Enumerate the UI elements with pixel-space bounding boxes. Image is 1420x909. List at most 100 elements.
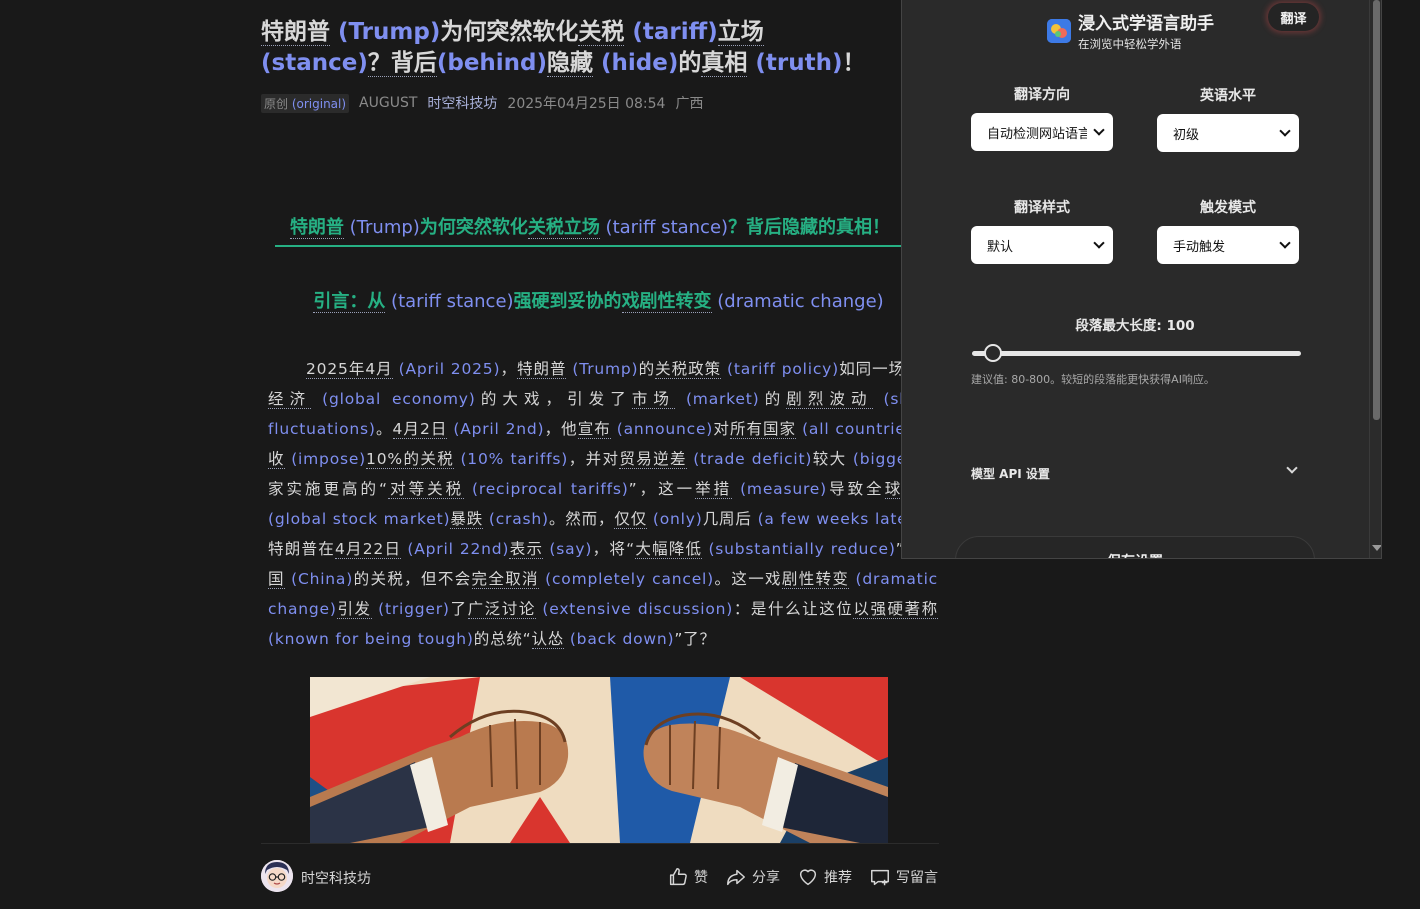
scroll-down-arrow-icon[interactable] bbox=[1372, 545, 1381, 551]
vocab-term[interactable]: 10%的关税 bbox=[366, 450, 455, 469]
extension-title: 浸入式学语言助手 bbox=[1078, 14, 1214, 34]
vocab-term[interactable]: 立场 bbox=[717, 19, 764, 46]
translation-gloss: (completely cancel) bbox=[538, 570, 714, 588]
chevron-down-icon bbox=[1279, 237, 1291, 249]
vocab-term[interactable]: 剧烈波动 bbox=[786, 390, 873, 409]
extension-logo-icon bbox=[1047, 19, 1071, 43]
text-segment: 。 bbox=[375, 420, 393, 438]
vocab-term[interactable]: ？背后 bbox=[367, 50, 437, 77]
vocab-term[interactable]: 真相 bbox=[701, 50, 748, 77]
thumbs-up-icon bbox=[669, 868, 687, 886]
original-tag: 原创 (original) bbox=[261, 93, 350, 113]
vocab-term[interactable]: 对等关税 bbox=[387, 480, 465, 499]
chevron-down-icon bbox=[1093, 124, 1105, 136]
trigger-select[interactable]: 手动触发 bbox=[1157, 226, 1299, 264]
direction-select[interactable]: 自动检测网站语言 bbox=[971, 113, 1113, 151]
vocab-term[interactable]: 关税 bbox=[578, 19, 625, 46]
extension-subtitle: 在浏览中轻松学外语 bbox=[1078, 37, 1182, 51]
translation-gloss: (tariff) bbox=[624, 19, 718, 45]
vocab-term[interactable]: 特朗普 bbox=[261, 19, 330, 46]
author-avatar[interactable] bbox=[261, 860, 293, 892]
vocab-term[interactable]: 市场 bbox=[631, 390, 675, 409]
chevron-down-icon bbox=[1286, 462, 1298, 474]
vocab-term[interactable]: 引发 bbox=[336, 600, 372, 619]
vocab-term[interactable]: 表示 bbox=[509, 540, 544, 559]
text-segment: 的 bbox=[678, 50, 702, 76]
vocab-term[interactable]: 特朗普 bbox=[516, 360, 567, 379]
text-segment: 的 bbox=[759, 390, 787, 408]
max-length-slider[interactable] bbox=[972, 351, 1301, 356]
max-length-label: 段落最大长度: 100 bbox=[1075, 318, 1195, 334]
translation-gloss: (Trump) bbox=[566, 360, 639, 378]
level-label: 英语水平 bbox=[1200, 88, 1256, 104]
text-segment: ， bbox=[500, 360, 517, 378]
panel-scrollbar[interactable] bbox=[1369, 0, 1381, 558]
api-settings-toggle[interactable]: 模型 API 设置 bbox=[971, 459, 1301, 485]
direction-label: 翻译方向 bbox=[1014, 87, 1070, 103]
vocab-term[interactable]: 广泛讨论 bbox=[467, 600, 536, 619]
article: 特朗普 (Trump)为何突然软化关税 (tariff)立场 (stance)？… bbox=[261, 0, 939, 909]
text-segment: 的总统“ bbox=[473, 630, 532, 648]
slider-thumb[interactable] bbox=[983, 344, 1002, 362]
recommend-button[interactable]: 推荐 bbox=[797, 866, 852, 888]
vocab-term[interactable]: 隐藏 bbox=[547, 50, 594, 77]
translation-gloss: (substantially reduce) bbox=[702, 540, 896, 558]
vocab-term[interactable]: 宣布 bbox=[577, 420, 611, 439]
translation-gloss: (10% tariffs) bbox=[454, 450, 569, 468]
text-segment: 导致全 bbox=[826, 480, 885, 498]
translation-gloss: (April 2025) bbox=[392, 360, 501, 378]
text-segment: 几周后 bbox=[702, 510, 752, 528]
author-name[interactable]: 时空科技坊 bbox=[301, 868, 371, 888]
vocab-term[interactable]: 完全取消 bbox=[471, 570, 539, 589]
vocab-term[interactable]: 引言：从 bbox=[313, 291, 386, 313]
text-segment: ，并对 bbox=[568, 450, 620, 468]
save-settings-button[interactable]: 保存设置 bbox=[955, 536, 1315, 558]
footer-divider bbox=[261, 843, 939, 844]
translate-button[interactable]: 翻译 bbox=[1268, 3, 1319, 31]
text-segment: 为何突然软化 bbox=[440, 19, 579, 45]
vocab-term[interactable]: 所有国家 bbox=[729, 420, 797, 439]
translation-gloss: (tariff stance) bbox=[599, 217, 729, 238]
max-length-hint: 建议值: 80-800。较短的段落能更快获得AI响应。 bbox=[971, 373, 1215, 386]
scrollbar-thumb[interactable] bbox=[1373, 0, 1380, 420]
translation-gloss: (April 2nd) bbox=[447, 420, 545, 438]
text-segment: 了 bbox=[449, 600, 468, 618]
vocab-term[interactable]: 戏剧性转变 bbox=[621, 291, 712, 313]
vocab-term[interactable]: 关税立场 bbox=[527, 217, 600, 239]
like-button[interactable]: 赞 bbox=[667, 866, 708, 888]
vocab-term[interactable]: 暴跌 bbox=[450, 510, 484, 529]
vocab-term[interactable]: 认怂 bbox=[531, 630, 565, 649]
author-tag[interactable]: AUGUST bbox=[359, 95, 417, 111]
article-meta: 原创 (original) AUGUST 时空科技坊 2025年04月25日 0… bbox=[261, 93, 703, 113]
vocab-term[interactable]: 剧性转变 bbox=[781, 570, 850, 589]
share-button[interactable]: 分享 bbox=[725, 866, 780, 888]
vocab-term[interactable]: 2025年4月 bbox=[306, 360, 393, 379]
hero-image bbox=[310, 677, 888, 843]
text-segment: ？背后隐藏的真相！ bbox=[728, 217, 891, 238]
translation-gloss: (trade deficit) bbox=[686, 450, 813, 468]
text-segment: 较大 bbox=[812, 450, 847, 468]
article-title: 特朗普 (Trump)为何突然软化关税 (tariff)立场 (stance)？… bbox=[261, 17, 901, 79]
vocab-term[interactable]: 4月22日 bbox=[334, 540, 402, 559]
translation-gloss: (tariff stance) bbox=[385, 291, 514, 312]
level-select[interactable]: 初级 bbox=[1157, 114, 1299, 152]
vocab-term[interactable]: 大幅降低 bbox=[634, 540, 703, 559]
style-select[interactable]: 默认 bbox=[971, 226, 1113, 264]
vocab-term[interactable]: 举措 bbox=[695, 480, 733, 499]
comment-button[interactable]: 写留言 bbox=[869, 866, 938, 888]
api-settings-label: 模型 API 设置 bbox=[971, 467, 1050, 481]
translation-gloss: (truth) bbox=[747, 50, 843, 76]
vocab-term[interactable]: 以强硬著称 bbox=[853, 600, 938, 619]
vocab-term[interactable]: 特朗普 bbox=[289, 217, 344, 239]
vocab-term[interactable]: 仅仅 bbox=[614, 510, 648, 529]
publish-datetime: 2025年04月25日 08:54 bbox=[507, 96, 666, 112]
translation-gloss: (back down) bbox=[564, 630, 675, 648]
translation-gloss: (measure) bbox=[732, 480, 827, 498]
vocab-term[interactable]: 4月2日 bbox=[392, 420, 448, 439]
account-name[interactable]: 时空科技坊 bbox=[427, 93, 497, 113]
language-assistant-panel: 浸入式学语言助手 在浏览中轻松学外语 翻译 翻译方向 自动检测网站语言 英语水平… bbox=[901, 0, 1382, 559]
vocab-term[interactable]: 关税政策 bbox=[655, 360, 722, 379]
translation-gloss: (behind) bbox=[436, 50, 548, 76]
chevron-down-icon bbox=[1093, 237, 1105, 249]
vocab-term[interactable]: 贸易逆差 bbox=[619, 450, 687, 469]
